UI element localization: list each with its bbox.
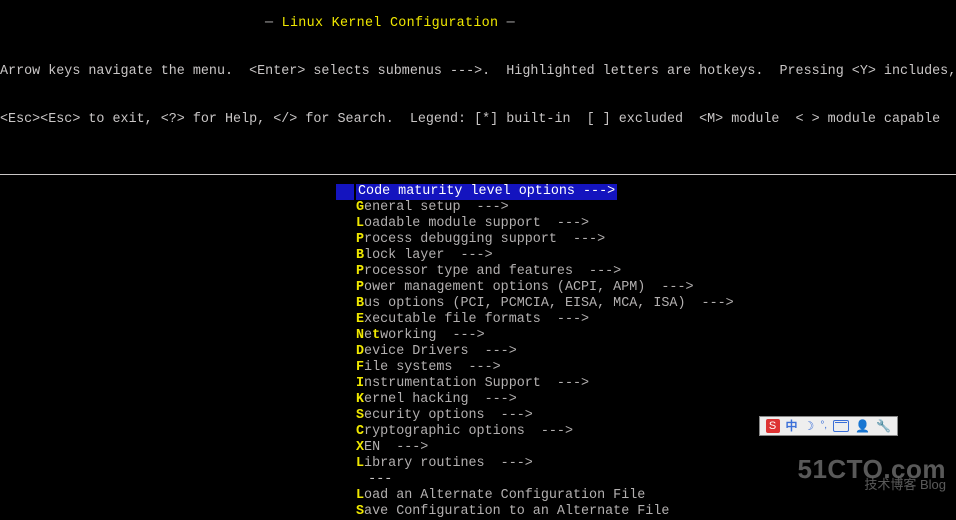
selection-indicator: [336, 456, 354, 472]
hotkey: X: [356, 440, 364, 456]
menu-item-label: ile systems --->: [364, 360, 501, 376]
selection-indicator: [336, 296, 354, 312]
menu-item-label: oadable module support --->: [364, 216, 589, 232]
keyboard-icon[interactable]: [833, 420, 849, 432]
selection-indicator: [336, 328, 354, 344]
hotkey: L: [356, 216, 364, 232]
menu-item-label: ower management options (ACPI, APM) --->: [364, 280, 693, 296]
menu-item-label: EN --->: [364, 440, 428, 456]
menu-item[interactable]: Networking --->: [336, 328, 956, 344]
actions-menu[interactable]: Load an Alternate Configuration FileSave…: [336, 488, 956, 520]
hotkey: S: [356, 504, 364, 520]
selection-indicator: [336, 264, 354, 280]
menu-item[interactable]: Bus options (PCI, PCMCIA, EISA, MCA, ISA…: [336, 296, 956, 312]
menu-item[interactable]: Block layer --->: [336, 248, 956, 264]
menu-item-label: ecurity options --->: [364, 408, 533, 424]
menu-item[interactable]: Executable file formats --->: [336, 312, 956, 328]
selection-indicator: [336, 392, 354, 408]
divider: [0, 174, 956, 175]
hotkey: L: [356, 488, 364, 504]
action-item[interactable]: Save Configuration to an Alternate File: [336, 504, 956, 520]
hotkey: B: [356, 248, 364, 264]
menu-item-label: lock layer --->: [364, 248, 493, 264]
selection-indicator: [336, 440, 354, 456]
hotkey: S: [356, 408, 364, 424]
menu-item[interactable]: Instrumentation Support --->: [336, 376, 956, 392]
selection-indicator: [336, 424, 354, 440]
menu-item[interactable]: General setup --->: [336, 200, 956, 216]
selection-indicator: [336, 376, 354, 392]
help-text: Arrow keys navigate the menu. <Enter> se…: [0, 32, 956, 144]
action-label: ave Configuration to an Alternate File: [364, 504, 669, 520]
hotkey: K: [356, 392, 364, 408]
selection-indicator: [336, 248, 354, 264]
menu-item-label: ernel hacking --->: [364, 392, 517, 408]
hotkey: G: [356, 200, 364, 216]
menu-item-label: ryptographic options --->: [364, 424, 573, 440]
sogou-icon[interactable]: S: [766, 419, 780, 433]
selection-indicator: [336, 216, 354, 232]
hotkey: E: [356, 312, 364, 328]
hotkey: L: [356, 456, 364, 472]
selection-indicator: [336, 280, 354, 296]
menu-item[interactable]: XEN --->: [336, 440, 956, 456]
ime-lang-icon[interactable]: 中: [786, 418, 798, 434]
menu-item-label: eneral setup --->: [364, 200, 509, 216]
menu-item-label: nstrumentation Support --->: [364, 376, 589, 392]
action-label: oad an Alternate Configuration File: [364, 488, 645, 504]
hotkey: P: [356, 264, 364, 280]
menu-item[interactable]: Kernel hacking --->: [336, 392, 956, 408]
moon-icon[interactable]: ☽: [804, 418, 815, 434]
action-item[interactable]: Load an Alternate Configuration File: [336, 488, 956, 504]
hotkey: D: [356, 344, 364, 360]
menu-item[interactable]: File systems --->: [336, 360, 956, 376]
selection-indicator: [336, 200, 354, 216]
hotkey: F: [356, 360, 364, 376]
menu-item[interactable]: Process debugging support --->: [336, 232, 956, 248]
selection-indicator: [336, 344, 354, 360]
menu-item[interactable]: Power management options (ACPI, APM) ---…: [336, 280, 956, 296]
selection-indicator: [336, 360, 354, 376]
menu-item-label: evice Drivers --->: [364, 344, 517, 360]
menu-item[interactable]: Code maturity level options --->: [336, 184, 956, 200]
menu-item-label: rocess debugging support --->: [364, 232, 605, 248]
menu-item[interactable]: Device Drivers --->: [336, 344, 956, 360]
selection-indicator: [336, 312, 354, 328]
punct-icon[interactable]: °,: [820, 418, 827, 434]
selection-indicator: [336, 408, 354, 424]
hotkey: C: [356, 424, 364, 440]
selection-indicator: [336, 232, 354, 248]
menu-item-label: rocessor type and features --->: [364, 264, 621, 280]
settings-icon[interactable]: 🔧: [876, 418, 891, 434]
hotkey: B: [356, 296, 364, 312]
selection-indicator: [336, 184, 354, 200]
ime-tray[interactable]: S 中 ☽ °, 👤 🔧: [759, 416, 898, 436]
menu-item[interactable]: Processor type and features --->: [336, 264, 956, 280]
menu-item[interactable]: Library routines --->: [336, 456, 956, 472]
hotkey: I: [356, 376, 364, 392]
menu-item-label: Code maturity level options --->: [356, 184, 617, 200]
menu-separator: ---: [336, 472, 956, 488]
hotkey: P: [356, 232, 364, 248]
hotkey: P: [356, 280, 364, 296]
window-title: ─ Linux Kernel Configuration ─: [0, 0, 956, 32]
person-icon[interactable]: 👤: [855, 418, 870, 434]
menu-item-label: e: [364, 328, 372, 344]
menu-item-label: xecutable file formats --->: [364, 312, 589, 328]
menu-item[interactable]: Loadable module support --->: [336, 216, 956, 232]
hotkey: N: [356, 328, 364, 344]
menu-item-label: ibrary routines --->: [364, 456, 533, 472]
menu-item-label: us options (PCI, PCMCIA, EISA, MCA, ISA)…: [364, 296, 734, 312]
